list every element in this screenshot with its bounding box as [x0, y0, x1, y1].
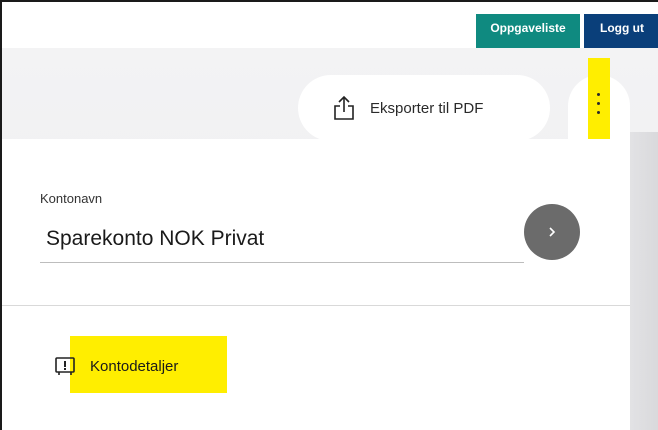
account-go-button[interactable]: [524, 204, 580, 260]
account-card: Kontonavn Sparekonto NOK Privat Kontodet…: [2, 139, 630, 430]
more-vertical-icon[interactable]: [597, 93, 601, 115]
export-pdf-button[interactable]: Eksporter til PDF: [298, 75, 550, 141]
app-window: Oppgaveliste Logg ut Eksporter til PDF K…: [0, 0, 658, 430]
chevron-right-icon: [549, 227, 556, 237]
logout-link-label: Logg ut: [600, 21, 644, 35]
tasks-link[interactable]: Oppgaveliste: [476, 14, 580, 48]
logout-link[interactable]: Logg ut: [584, 14, 658, 48]
export-pdf-label: Eksporter til PDF: [370, 99, 484, 117]
account-details-label: Kontodetaljer: [90, 357, 179, 375]
account-info-icon: [55, 357, 75, 375]
tasks-link-label: Oppgaveliste: [490, 21, 566, 35]
account-name-field[interactable]: Sparekonto NOK Privat: [40, 217, 524, 263]
card-divider: [2, 305, 630, 306]
account-name-label: Kontonavn: [40, 191, 103, 206]
share-upload-icon: [334, 95, 354, 120]
account-details-button[interactable]: Kontodetaljer: [54, 354, 178, 378]
account-name-value: Sparekonto NOK Privat: [46, 227, 265, 250]
